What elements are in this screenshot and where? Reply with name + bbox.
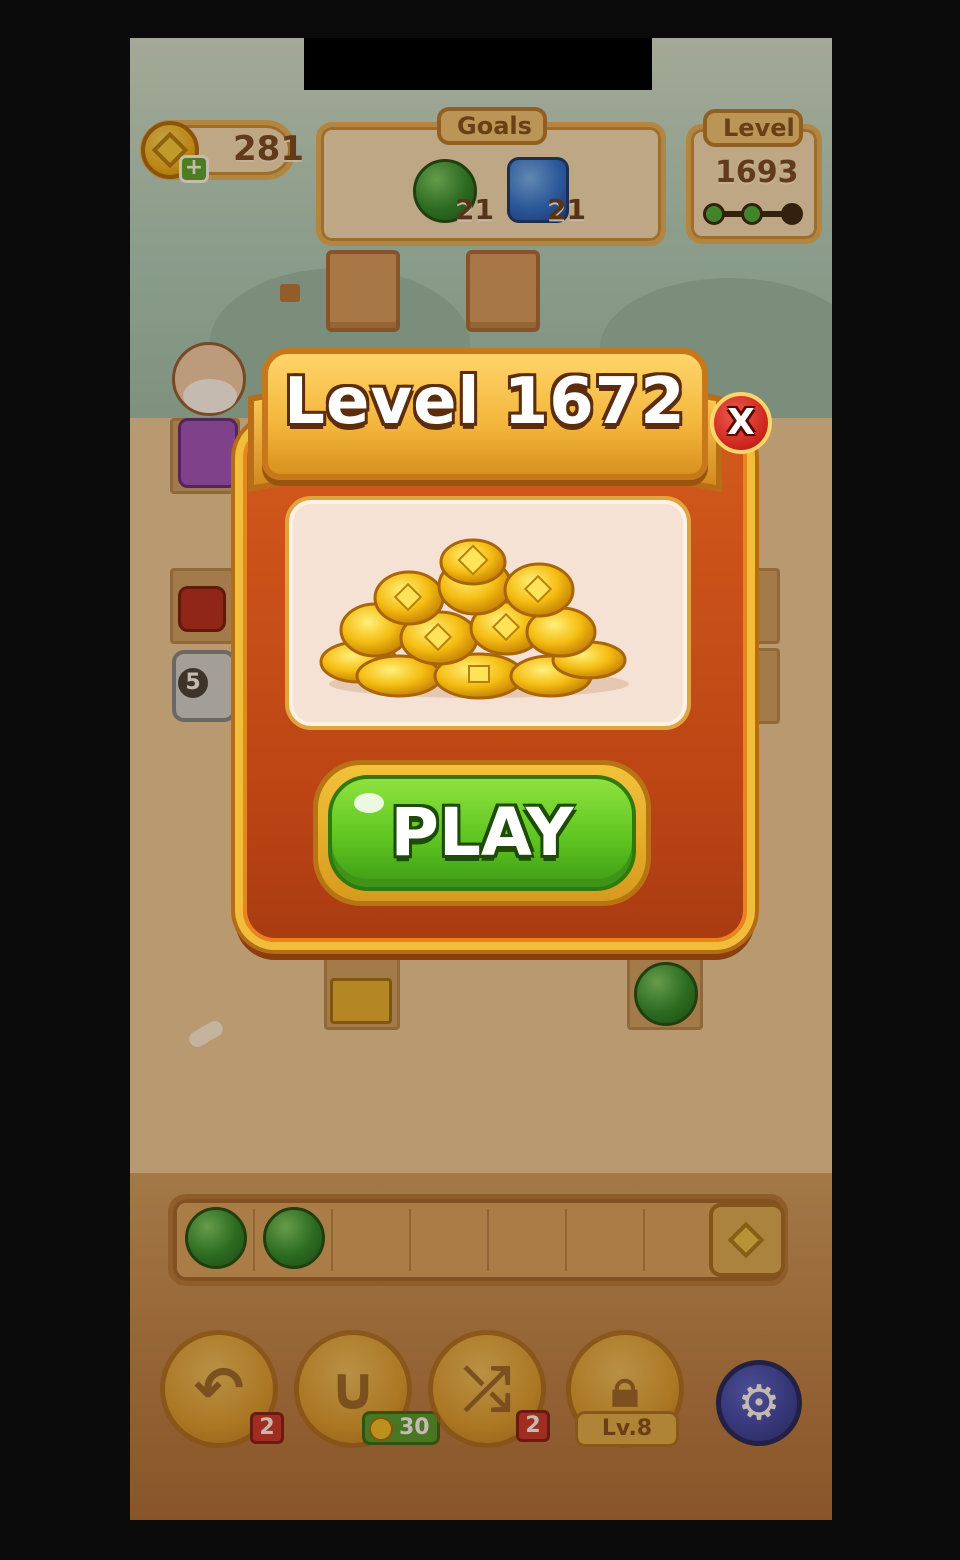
- dialog-title: Level 1672: [284, 365, 686, 439]
- gold-coins-pile-icon: [319, 538, 629, 700]
- reward-preview: [285, 496, 691, 730]
- play-button-face[interactable]: PLAY: [328, 775, 636, 891]
- close-button[interactable]: X: [710, 392, 772, 454]
- device-notch: [304, 38, 652, 90]
- play-button[interactable]: PLAY: [313, 760, 651, 906]
- play-label: PLAY: [390, 794, 574, 871]
